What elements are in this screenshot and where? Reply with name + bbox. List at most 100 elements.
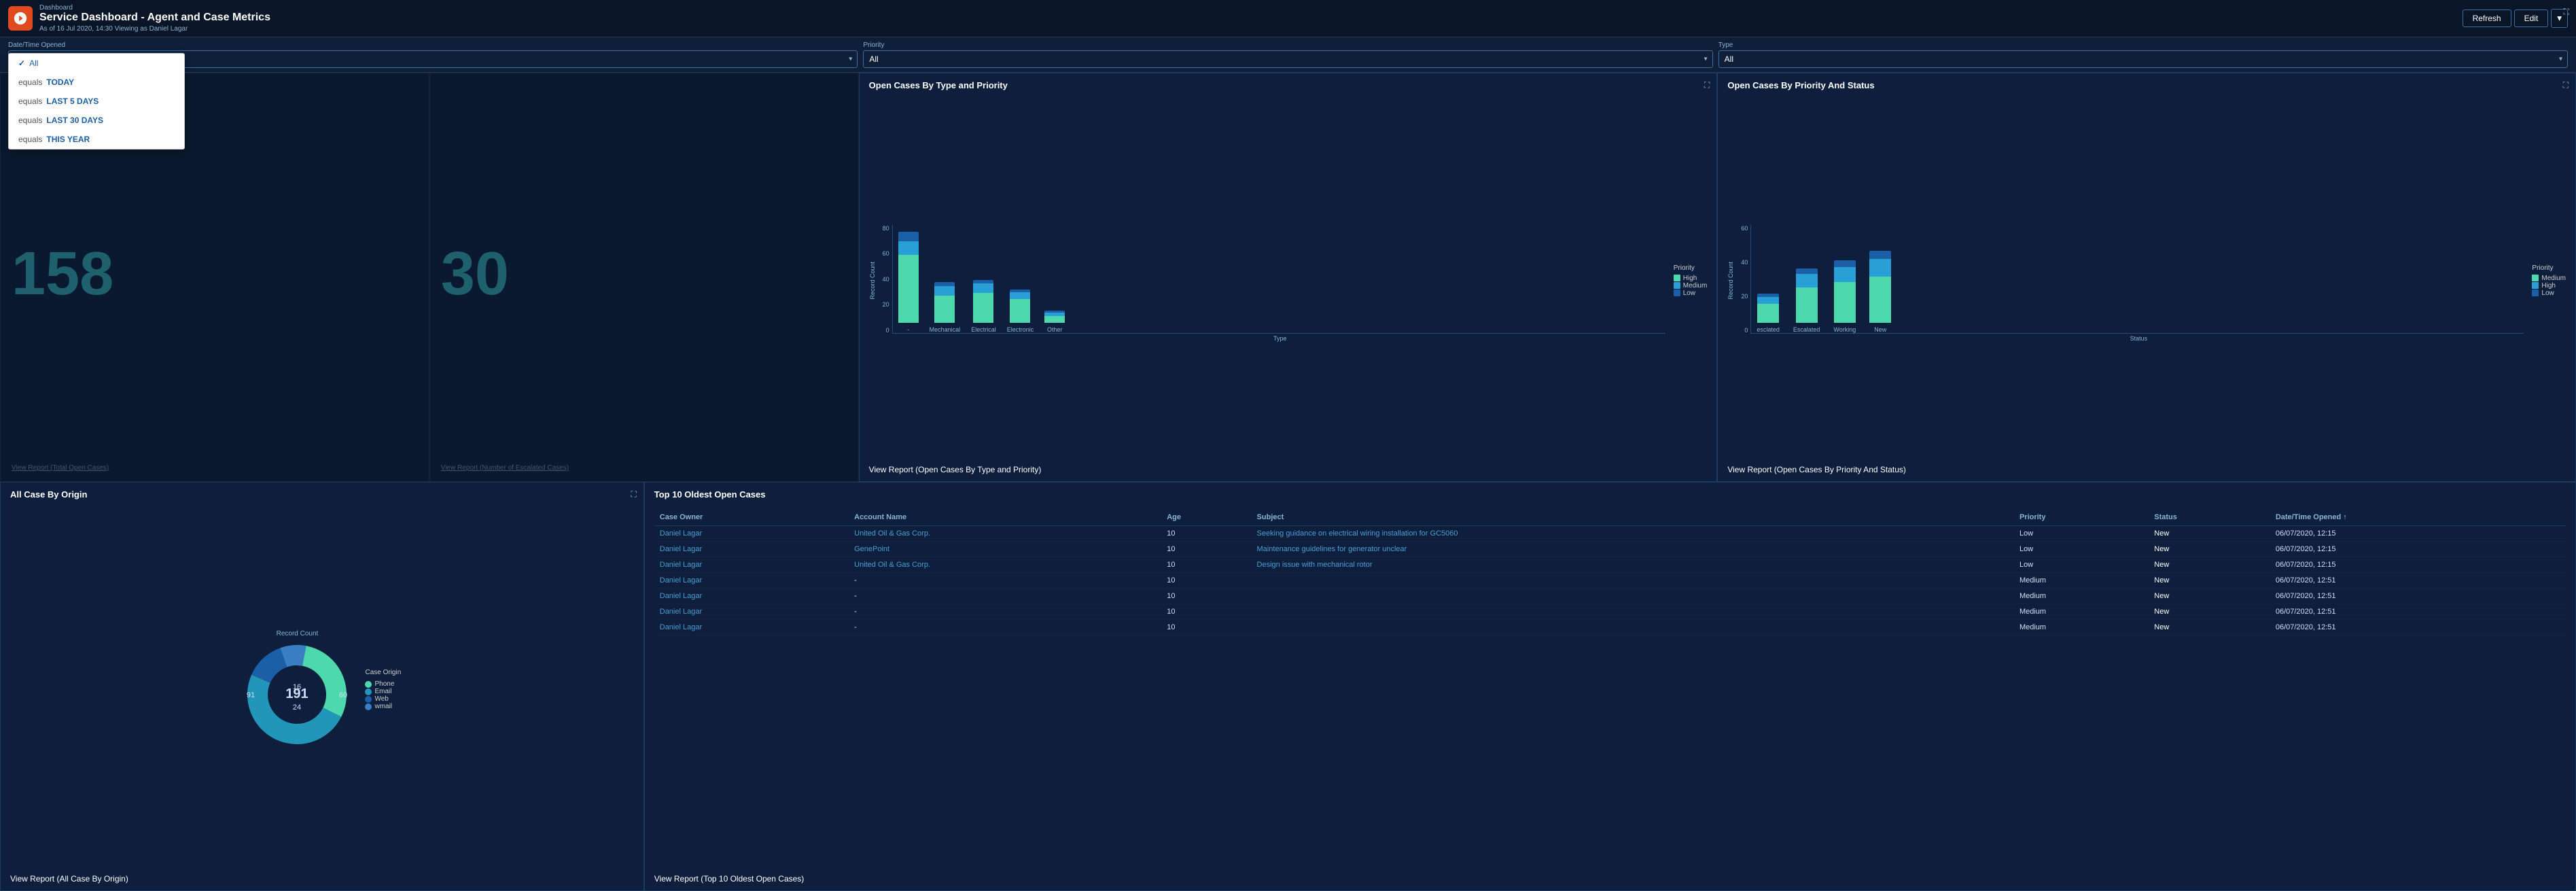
cell-status: New [2149, 604, 2270, 620]
col-date: Date/Time Opened ↑ [2270, 509, 2566, 526]
chart-origin-expand[interactable]: ⛶ [631, 489, 636, 500]
legend-phone-dot [365, 681, 372, 688]
y-tick-80: 80 [879, 225, 889, 232]
bar-dash: - [898, 232, 919, 333]
cell-priority: Medium [2014, 573, 2149, 589]
bar-mechanical: Mechanical [930, 282, 961, 333]
status-legend-priority-label: Priority [2532, 264, 2566, 272]
y-tick-20: 20 [879, 301, 889, 308]
legend-wmail-label: wmail [374, 703, 392, 710]
date-filter-label: Date/Time Opened [8, 41, 858, 49]
cell-date: 06/07/2020, 12:15 [2270, 557, 2566, 573]
legend-medium-label: Medium [1683, 282, 1708, 290]
legend-low-dot [1674, 290, 1680, 296]
bar-other-high [1044, 316, 1065, 323]
chart-origin-card: All Case By Origin ⛶ Record Count [0, 482, 644, 891]
legend-web: Web [365, 695, 401, 703]
status-y-tick-60: 60 [1737, 225, 1748, 232]
header-titles: Dashboard Service Dashboard - Agent and … [39, 4, 270, 33]
cell-account: - [849, 573, 1161, 589]
cell-status: New [2149, 542, 2270, 557]
owner-link[interactable]: Daniel Lagar [660, 561, 702, 569]
bar-working-label: Working [1833, 326, 1856, 333]
page-title: Service Dashboard - Agent and Case Metri… [39, 12, 270, 24]
owner-link[interactable]: Daniel Lagar [660, 545, 702, 553]
chart-by-type-title: Open Cases By Type and Priority [869, 80, 1008, 90]
type-select-wrapper: All [1718, 50, 2568, 68]
dropdown-value-last30: LAST 30 DAYS [46, 116, 103, 125]
metric-escalated-report[interactable]: View Report (Number of Escalated Cases) [441, 464, 847, 472]
owner-link[interactable]: Daniel Lagar [660, 576, 702, 584]
dropdown-item-today[interactable]: equals TODAY [9, 73, 184, 92]
owner-link[interactable]: Daniel Lagar [660, 529, 702, 538]
col-owner: Case Owner [654, 509, 849, 526]
oldest-cases-table: Case Owner Account Name Age Subject Prio… [654, 509, 2566, 635]
donut-chart-svg: 16 191 24 91 60 [243, 640, 351, 749]
subject-link[interactable]: Seeking guidance on electrical wiring in… [1257, 529, 1458, 538]
priority-filter-select[interactable]: All [863, 50, 1712, 68]
status-y-tick-20: 20 [1737, 293, 1748, 300]
type-filter-select[interactable]: All [1718, 50, 2568, 68]
refresh-button[interactable]: Refresh [2463, 10, 2511, 27]
chart-by-type-report[interactable]: View Report (Open Cases By Type and Prio… [869, 465, 1708, 474]
chart-origin-title: All Case By Origin [10, 489, 87, 500]
table-row: Daniel Lagar - 10 Medium New 06/07/2020,… [654, 620, 2566, 635]
y-tick-0: 0 [879, 327, 889, 334]
priority-select-wrapper: All [863, 50, 1712, 68]
cell-subject: Maintenance guidelines for generator unc… [1252, 542, 2014, 557]
cell-status: New [2149, 573, 2270, 589]
legend-medium-dot [1674, 282, 1680, 289]
dropdown-prefix-today: equals [18, 77, 42, 87]
bar-working-high [1834, 267, 1856, 282]
dropdown-value-today: TODAY [46, 77, 74, 87]
cell-subject [1252, 604, 2014, 620]
cell-owner: Daniel Lagar [654, 526, 849, 542]
bar-new-medium [1869, 277, 1891, 323]
bar-working-medium [1834, 282, 1856, 323]
cell-priority: Low [2014, 557, 2149, 573]
subject-link[interactable]: Design issue with mechanical rotor [1257, 561, 1373, 569]
owner-link[interactable]: Daniel Lagar [660, 608, 702, 616]
cell-age: 10 [1161, 557, 1251, 573]
bar-new: New [1869, 251, 1891, 333]
cell-date: 06/07/2020, 12:15 [2270, 526, 2566, 542]
bar-dash-label: - [907, 326, 909, 333]
dropdown-prefix-thisyear: equals [18, 135, 42, 144]
dropdown-item-last5[interactable]: equals LAST 5 DAYS [9, 92, 184, 111]
chart-by-status-expand[interactable]: ⛶ [2563, 80, 2569, 90]
account-link[interactable]: United Oil & Gas Corp. [854, 561, 930, 569]
dropdown-item-last30[interactable]: equals LAST 30 DAYS [9, 111, 184, 130]
bar-escalated: Escalated [1793, 268, 1820, 333]
chart-origin-report[interactable]: View Report (All Case By Origin) [10, 874, 634, 884]
chart-by-type-expand[interactable]: ⛶ [1704, 80, 1710, 90]
y-tick-60: 60 [879, 250, 889, 257]
status-legend-medium-dot [2532, 275, 2539, 281]
edit-button[interactable]: Edit [2514, 10, 2549, 27]
subject-link[interactable]: Maintenance guidelines for generator unc… [1257, 545, 1407, 553]
legend-email: Email [365, 688, 401, 695]
filter-row: Date/Time Opened All Priority All Type A… [0, 37, 2576, 73]
header-actions: Refresh Edit ▾ [2463, 9, 2568, 28]
cell-subject [1252, 589, 2014, 604]
col-age: Age [1161, 509, 1251, 526]
bar-electronic: Electronic [1007, 290, 1034, 333]
cell-status: New [2149, 620, 2270, 635]
status-legend-medium-label: Medium [2541, 275, 2566, 282]
metric-total-report[interactable]: View Report (Total Open Cases) [12, 464, 418, 472]
bar-dash-high [898, 255, 919, 323]
table-row: Daniel Lagar - 10 Medium New 06/07/2020,… [654, 604, 2566, 620]
account-link[interactable]: GenePoint [854, 545, 889, 553]
dropdown-item-all[interactable]: All [9, 54, 184, 73]
table-oldest-report[interactable]: View Report (Top 10 Oldest Open Cases) [654, 874, 2566, 884]
dropdown-item-thisyear[interactable]: equals THIS YEAR [9, 130, 184, 149]
owner-link[interactable]: Daniel Lagar [660, 623, 702, 631]
record-count-label: Record Count [277, 630, 319, 637]
chart-by-type-card: Open Cases By Type and Priority ⛶ Record… [859, 73, 1718, 482]
account-link[interactable]: United Oil & Gas Corp. [854, 529, 930, 538]
owner-link[interactable]: Daniel Lagar [660, 592, 702, 600]
legend-web-dot [365, 696, 372, 703]
cell-owner: Daniel Lagar [654, 589, 849, 604]
chart-by-status-report[interactable]: View Report (Open Cases By Priority And … [1727, 465, 2566, 474]
bar-esclated-label: esclated [1757, 326, 1780, 333]
bar-other-label: Other [1047, 326, 1063, 333]
